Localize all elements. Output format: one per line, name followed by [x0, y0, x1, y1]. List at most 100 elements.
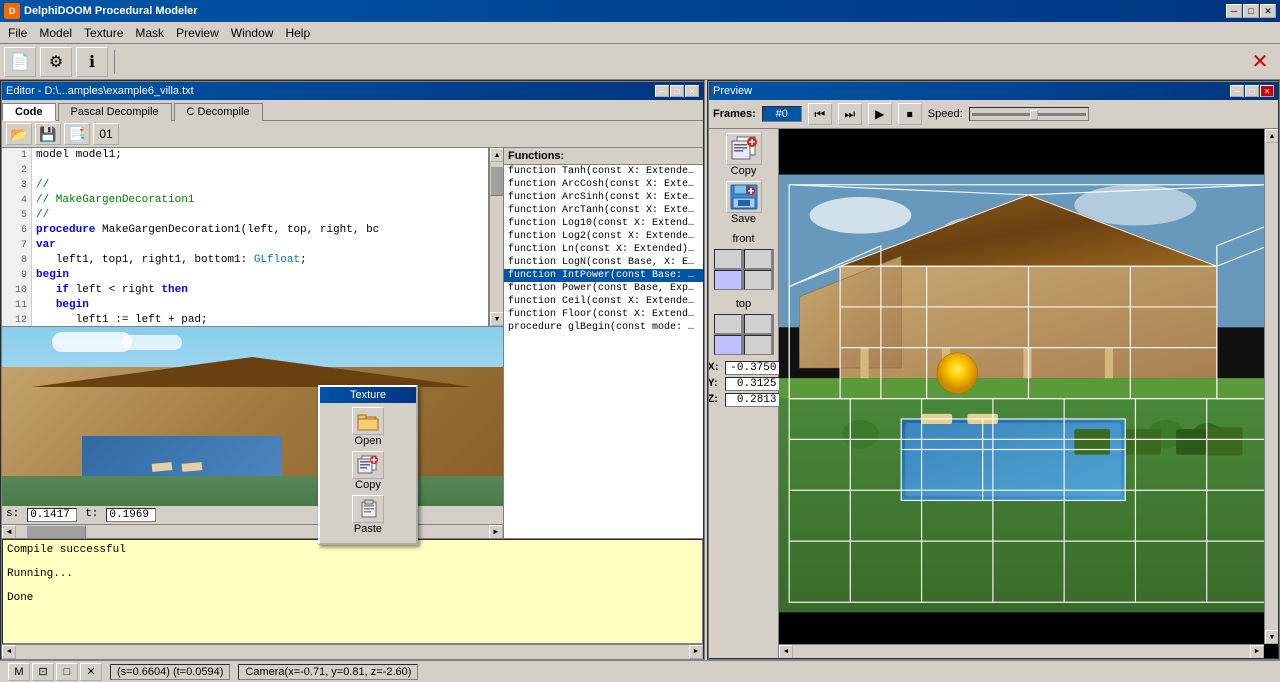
- speed-thumb[interactable]: [1030, 110, 1038, 120]
- func-item-log10[interactable]: function Log10(const X: Extended): Exten…: [504, 217, 703, 230]
- top-cell-bl: [714, 335, 742, 355]
- hscroll-thumb[interactable]: [26, 525, 86, 539]
- wireframe-svg: [779, 129, 1278, 658]
- func-item-arccosh[interactable]: function ArcCosh(const X: Extended): Ext…: [504, 178, 703, 191]
- new-file-button[interactable]: 📄: [4, 47, 36, 77]
- output-compile: Compile successful: [7, 544, 698, 556]
- maximize-button[interactable]: □: [1243, 4, 1259, 18]
- code-editor[interactable]: 1model model1; 2 3// 4// MakeGargenDecor…: [2, 148, 489, 326]
- func-item-tanh[interactable]: function Tanh(const X: Extended): Extenc: [504, 165, 703, 178]
- func-item-intpower[interactable]: function IntPower(const Base: Extended):…: [504, 269, 703, 282]
- tab-c[interactable]: C Decompile: [174, 103, 263, 121]
- status-bar: M ⊡ □ ✕ (s=0.6604) (t=0.0594) Camera(x=-…: [0, 660, 1280, 682]
- close-button[interactable]: ✕: [1260, 4, 1276, 18]
- menu-mask[interactable]: Mask: [129, 24, 170, 42]
- editor-maximize[interactable]: □: [670, 85, 684, 97]
- preview-save-action[interactable]: Save: [726, 181, 762, 225]
- status-icon-2[interactable]: ⊡: [32, 663, 54, 681]
- top-view-label: top: [736, 298, 751, 310]
- playback-stop-button[interactable]: ⏹: [898, 103, 922, 125]
- viewport-hscroll[interactable]: ◄ ►: [779, 644, 1264, 658]
- func-item-arcsinh[interactable]: function ArcSinh(const X: Extended): Ext…: [504, 191, 703, 204]
- tab-code[interactable]: Code: [2, 103, 56, 121]
- preview-save-icon: [726, 181, 762, 213]
- texture-paste-label: Paste: [354, 523, 382, 535]
- texture-open-label: Open: [355, 435, 382, 447]
- func-item-logn[interactable]: function LogN(const Base, X: Extended): …: [504, 256, 703, 269]
- functions-list[interactable]: function Tanh(const X: Extended): Extenc…: [504, 165, 703, 538]
- tab-pascal[interactable]: Pascal Decompile: [58, 103, 172, 121]
- menu-window[interactable]: Window: [225, 24, 280, 42]
- code-line: 10 if left < right then: [2, 283, 488, 298]
- editor-minimize[interactable]: ─: [655, 85, 669, 97]
- menu-file[interactable]: File: [2, 24, 33, 42]
- code-line: 4// MakeGargenDecoration1: [2, 193, 488, 208]
- func-item-ln[interactable]: function Ln(const X: Extended): Extended: [504, 243, 703, 256]
- editor-save-button[interactable]: 💾: [35, 123, 61, 145]
- viewport-vscroll-down[interactable]: ▼: [1265, 630, 1278, 644]
- output-hscroll[interactable]: ◄ ►: [2, 644, 703, 658]
- editor-numbers-button[interactable]: 01: [93, 123, 119, 145]
- vscroll-up[interactable]: ▲: [490, 148, 503, 162]
- preview-copy-action[interactable]: Copy: [726, 133, 762, 177]
- texture-paste-action[interactable]: Paste: [324, 495, 412, 535]
- speed-slider[interactable]: [969, 107, 1089, 121]
- x-value: -0.3750: [725, 361, 780, 375]
- menu-preview[interactable]: Preview: [170, 24, 225, 42]
- viewport-vscroll[interactable]: ▲ ▼: [1264, 129, 1278, 644]
- preview-minimize[interactable]: ─: [1230, 85, 1244, 97]
- status-icon-3[interactable]: □: [56, 663, 78, 681]
- status-icon-4[interactable]: ✕: [80, 663, 102, 681]
- close-all-button[interactable]: ✕: [1244, 47, 1276, 77]
- func-item-power[interactable]: function Power(const Base, Exponent: Ex: [504, 282, 703, 295]
- st-coords: s: 0.1417 t: 0.1969: [2, 506, 503, 524]
- func-item-floor[interactable]: function Floor(const X: Extended): Integ…: [504, 308, 703, 321]
- editor-open-button[interactable]: 📂: [6, 123, 32, 145]
- code-line: 7var: [2, 238, 488, 253]
- preview-maximize[interactable]: □: [1245, 85, 1259, 97]
- out-hscroll-right[interactable]: ►: [689, 645, 703, 659]
- func-item-log2[interactable]: function Log2(const X: Extended): Extens: [504, 230, 703, 243]
- func-item-glbegin[interactable]: procedure glBegin(const mode: GLenum);: [504, 321, 703, 334]
- top-view-grid: [714, 314, 774, 355]
- vscroll-down[interactable]: ▼: [490, 312, 503, 326]
- editor-saveas-button[interactable]: 📑: [64, 123, 90, 145]
- settings-button[interactable]: ⚙: [40, 47, 72, 77]
- status-icon-1[interactable]: M: [8, 663, 30, 681]
- front-cell-tr: [744, 249, 772, 269]
- texture-open-action[interactable]: Open: [324, 407, 412, 447]
- front-view-label: front: [732, 233, 754, 245]
- app-icon: D: [4, 3, 20, 19]
- menu-help[interactable]: Help: [279, 24, 316, 42]
- info-button[interactable]: ℹ: [76, 47, 108, 77]
- playback-play-button[interactable]: ▶: [868, 103, 892, 125]
- functions-label: Functions:: [504, 148, 703, 165]
- preview-viewport: ▲ ▼ ◄ ►: [779, 129, 1278, 658]
- code-line: 3//: [2, 178, 488, 193]
- output-panel: Compile successful Running... Done: [2, 539, 703, 644]
- out-hscroll-left[interactable]: ◄: [2, 645, 16, 659]
- playback-next-button[interactable]: ⏭: [838, 103, 862, 125]
- menu-texture[interactable]: Texture: [78, 24, 129, 42]
- viewport-hscroll-right[interactable]: ►: [1250, 645, 1264, 659]
- editor-close[interactable]: ✕: [685, 85, 699, 97]
- minimize-button[interactable]: ─: [1226, 4, 1242, 18]
- menu-model[interactable]: Model: [33, 24, 78, 42]
- code-line: 8 left1, top1, right1, bottom1: GLfloat;: [2, 253, 488, 268]
- hscroll-left[interactable]: ◄: [2, 525, 16, 539]
- code-vscroll[interactable]: ▲ ▼: [489, 148, 503, 326]
- playback-prev-button[interactable]: ⏮: [808, 103, 832, 125]
- hscroll-right[interactable]: ►: [489, 525, 503, 539]
- viewport-vscroll-up[interactable]: ▲: [1265, 129, 1278, 143]
- texture-copy-action[interactable]: Copy: [324, 451, 412, 491]
- vscroll-thumb[interactable]: [490, 166, 503, 196]
- speed-label: Speed:: [928, 108, 963, 120]
- preview-close[interactable]: ✕: [1260, 85, 1274, 97]
- func-item-arctanh[interactable]: function ArcTanh(const X: Extended): Ext…: [504, 204, 703, 217]
- func-item-ceil[interactable]: function Ceil(const X: Extended):Integer…: [504, 295, 703, 308]
- code-hscroll[interactable]: ◄ ►: [2, 524, 503, 538]
- out-hscroll-track: [16, 645, 689, 659]
- vscroll-track: [490, 162, 503, 312]
- viewport-hscroll-left[interactable]: ◄: [779, 645, 793, 659]
- image-preview-area: [2, 326, 503, 506]
